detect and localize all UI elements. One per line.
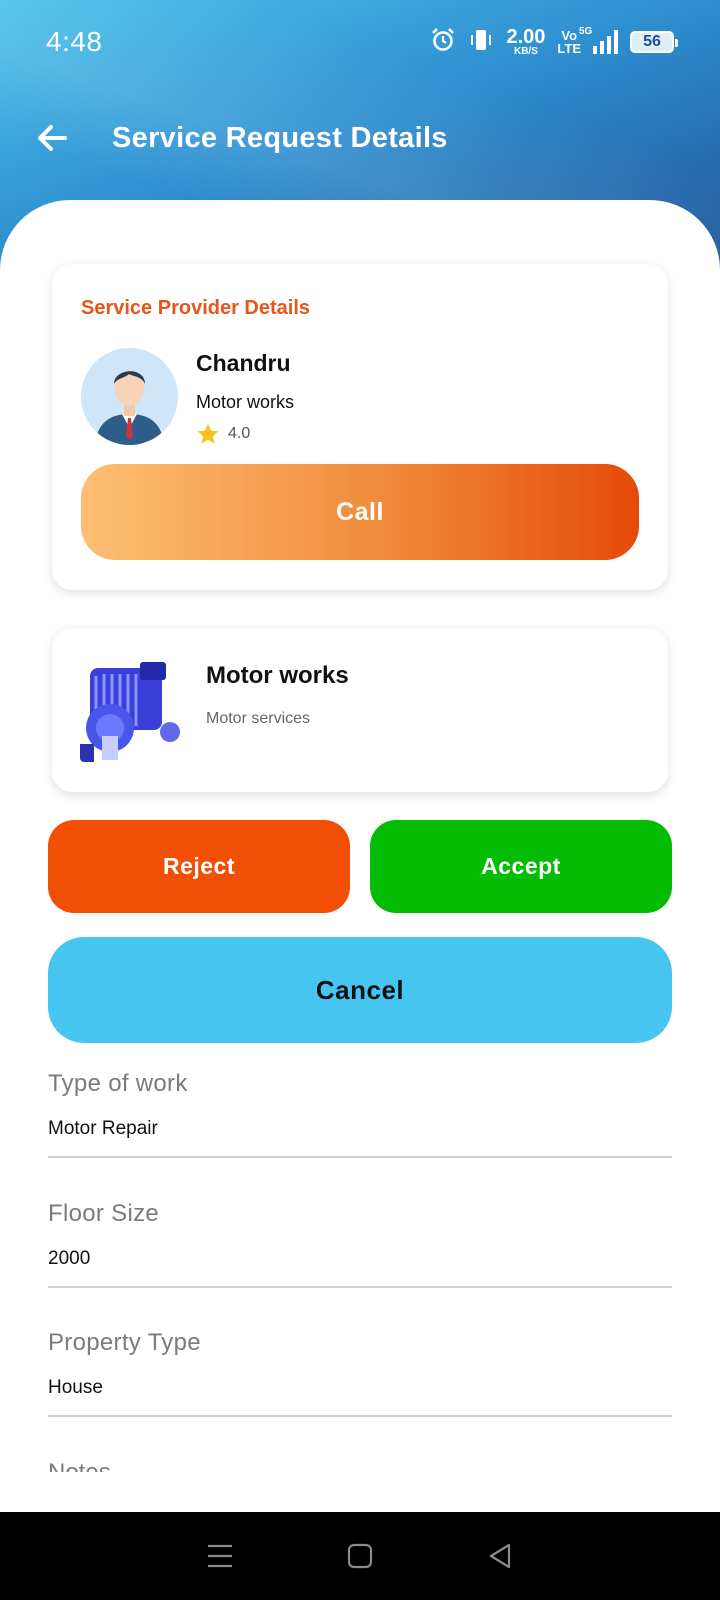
arrow-left-icon <box>38 125 67 151</box>
status-bar: 4:48 2.00 KB/S Vo LTE 5G 56 <box>0 0 720 84</box>
divider <box>48 1415 672 1417</box>
reject-button[interactable]: Reject <box>48 820 350 913</box>
cancel-button[interactable]: Cancel <box>48 937 672 1043</box>
network-speed-value: 2.00 <box>506 26 546 48</box>
type-of-work-field: Type of work Motor Repair <box>48 1070 672 1158</box>
avatar <box>81 348 178 445</box>
property-type-field: Property Type House <box>48 1329 672 1417</box>
type-of-work-value: Motor Repair <box>48 1118 158 1139</box>
rating-value: 4.0 <box>228 425 251 442</box>
network-speed: 2.00 KB/S <box>506 27 545 57</box>
nav-menu-button[interactable] <box>200 1536 240 1576</box>
signal-icon: 5G <box>579 26 618 54</box>
provider-name: Chandru <box>196 350 291 376</box>
signal-bar <box>614 30 618 54</box>
network-type-label: 5G <box>579 26 593 37</box>
provider-card: Service Provider Details Chandru Motor w… <box>52 264 668 590</box>
call-button[interactable]: Call <box>81 464 639 560</box>
signal-bar <box>607 36 611 54</box>
menu-icon <box>208 1544 232 1568</box>
status-time: 4:48 <box>46 26 103 57</box>
floor-size-label: Floor Size <box>48 1200 160 1227</box>
signal-bar <box>600 41 604 54</box>
app-bar: Service Request Details <box>0 100 720 176</box>
nav-back-button[interactable] <box>480 1536 520 1576</box>
status-icons: 2.00 KB/S Vo LTE 5G 56 <box>430 26 678 58</box>
alarm-icon <box>430 27 456 58</box>
service-card[interactable]: Motor works Motor services <box>52 628 668 792</box>
floor-size-field: Floor Size 2000 <box>48 1200 672 1288</box>
property-type-label: Property Type <box>48 1329 201 1356</box>
network-speed-unit: KB/S <box>513 46 538 57</box>
vibrate-icon <box>468 27 494 58</box>
service-subtitle: Motor services <box>206 710 311 727</box>
type-of-work-label: Type of work <box>48 1070 188 1097</box>
notes-label: Notes <box>48 1458 111 1472</box>
divider <box>48 1156 672 1158</box>
battery-level: 56 <box>643 33 661 50</box>
star-icon <box>197 423 219 444</box>
service-title: Motor works <box>206 662 349 689</box>
signal-bar <box>593 46 597 54</box>
rating: 4.0 <box>196 422 250 446</box>
system-nav-bar <box>0 1512 720 1600</box>
home-square-icon <box>347 1543 373 1569</box>
divider <box>48 1286 672 1288</box>
nav-home-button[interactable] <box>340 1536 380 1576</box>
floor-size-value: 2000 <box>48 1248 91 1269</box>
back-triangle-icon <box>489 1543 511 1569</box>
battery-icon: 56 <box>630 31 678 53</box>
page-title: Service Request Details <box>112 121 448 154</box>
service-image <box>80 658 182 762</box>
volte-indicator: Vo LTE <box>557 29 581 55</box>
volte-bottom: LTE <box>557 41 581 56</box>
back-button[interactable] <box>22 108 82 168</box>
provider-service: Motor works <box>196 392 295 412</box>
provider-heading: Service Provider Details <box>81 297 311 319</box>
accept-button[interactable]: Accept <box>370 820 672 913</box>
property-type-value: House <box>48 1377 103 1398</box>
